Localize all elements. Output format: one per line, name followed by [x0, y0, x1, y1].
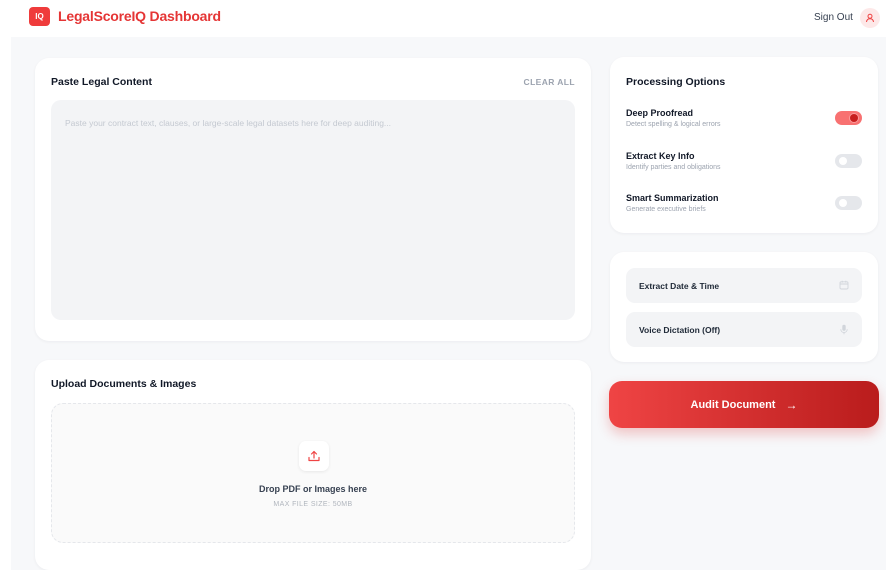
deep-proofread-toggle[interactable] [835, 111, 862, 125]
audit-document-button[interactable]: Audit Document → [609, 381, 879, 428]
max-file-size: MAX FILE SIZE: 50MB [273, 501, 353, 508]
top-bar: IQ LegalScoreIQ Dashboard Sign Out [0, 0, 886, 34]
clear-all-button[interactable]: CLEAR ALL [524, 77, 575, 87]
paste-content-card: Paste Legal Content CLEAR ALL [35, 58, 591, 341]
toggle-knob [839, 157, 847, 165]
option-smart-summarization: Smart Summarization Generate executive b… [626, 193, 862, 213]
microphone-icon [838, 323, 850, 335]
drop-text: Drop PDF or Images here [258, 484, 368, 494]
upload-icon [308, 450, 320, 462]
option-title: Smart Summarization [626, 193, 719, 203]
options-title: Processing Options [626, 76, 726, 88]
option-extract-key-info: Extract Key Info Identify parties and ob… [626, 151, 862, 171]
option-subtitle: Identify parties and obligations [626, 164, 721, 171]
logo-badge: IQ [29, 7, 50, 26]
extract-date-button[interactable]: Extract Date & Time [626, 268, 862, 303]
tools-card: Extract Date & Time Voice Dictation (Off… [610, 252, 878, 362]
extract-date-label: Extract Date & Time [639, 281, 720, 291]
voice-dictation-label: Voice Dictation (Off) [639, 325, 721, 335]
option-title: Deep Proofread [626, 108, 694, 118]
calendar-icon [838, 279, 850, 291]
upload-card-title: Upload Documents & Images [51, 378, 197, 390]
sign-out-link[interactable]: Sign Out [814, 12, 853, 23]
file-dropzone[interactable]: Drop PDF or Images here MAX FILE SIZE: 5… [51, 403, 575, 543]
upload-card: Upload Documents & Images Drop PDF or Im… [35, 360, 591, 570]
audit-label: Audit Document [690, 398, 776, 411]
arrow-right-icon: → [785, 397, 798, 412]
user-icon [866, 13, 874, 23]
voice-dictation-button[interactable]: Voice Dictation (Off) [626, 312, 862, 347]
extract-key-info-toggle[interactable] [835, 154, 862, 168]
legal-content-textarea[interactable] [51, 100, 575, 320]
processing-options-card: Processing Options Deep Proofread Detect… [610, 57, 878, 233]
toggle-knob [839, 199, 847, 207]
option-title: Extract Key Info [626, 151, 695, 161]
option-subtitle: Detect spelling & logical errors [626, 121, 721, 128]
smart-summarization-toggle[interactable] [835, 196, 862, 210]
option-deep-proofread: Deep Proofread Detect spelling & logical… [626, 108, 862, 128]
option-subtitle: Generate executive briefs [626, 206, 706, 213]
avatar-button[interactable] [860, 8, 880, 28]
paste-card-title: Paste Legal Content [51, 76, 152, 88]
upload-icon-wrap [299, 441, 329, 471]
app-title: LegalScoreIQ Dashboard [58, 8, 221, 24]
toggle-knob [850, 114, 858, 122]
